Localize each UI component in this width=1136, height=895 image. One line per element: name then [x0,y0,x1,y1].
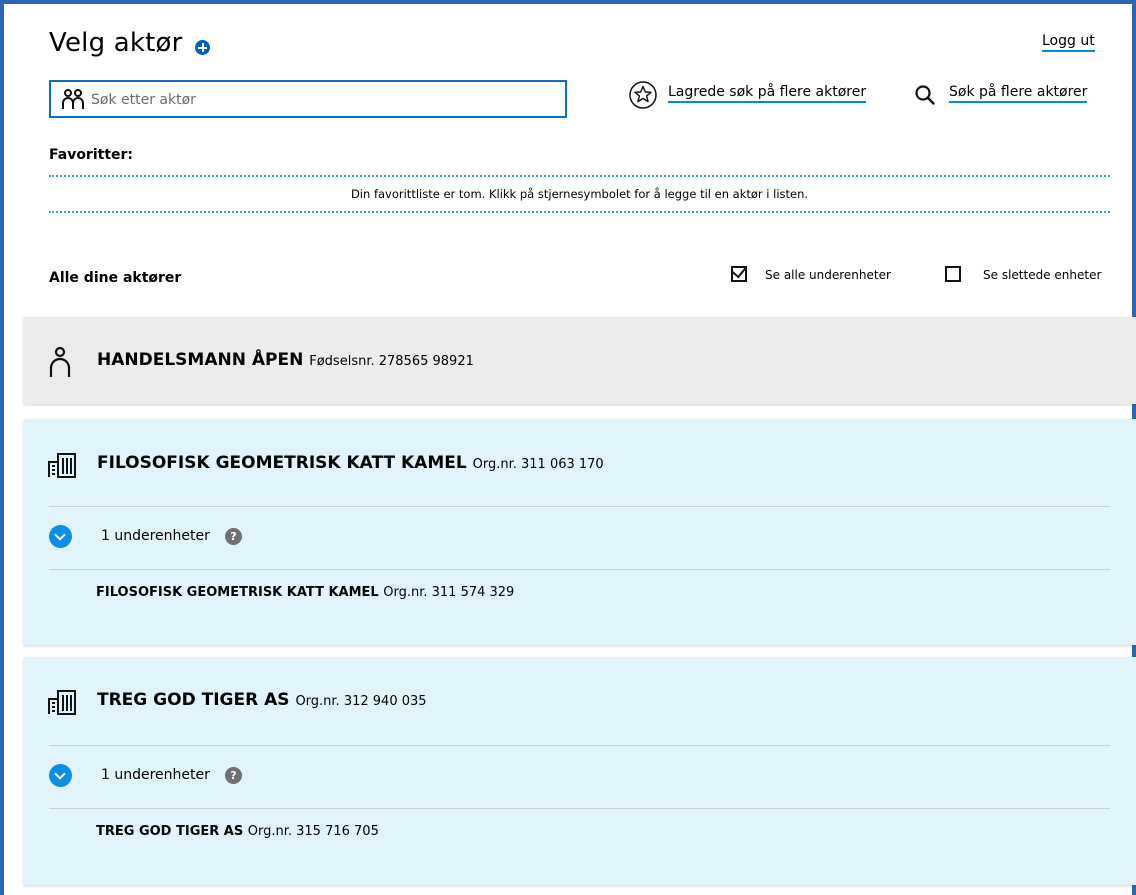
logout-link[interactable]: Logg ut [1042,33,1095,52]
show-deleted-units-checkbox[interactable] [945,266,961,282]
actor-name-text: HANDELSMANN ÅPEN [97,350,304,370]
search-field[interactable] [49,80,567,118]
actor-name-text: FILOSOFISK GEOMETRISK KATT KAMEL [97,453,467,473]
actor-id: Fødselsnr. 278565 98921 [309,354,474,369]
actor-name[interactable]: HANDELSMANN ÅPEN Fødselsnr. 278565 98921 [97,350,474,370]
help-icon[interactable]: ? [225,767,242,784]
subunit-name: TREG GOD TIGER AS [96,824,244,839]
subunits-toggle-label[interactable]: 1 underenheter [101,528,210,544]
people-icon [62,89,84,109]
actor-name[interactable]: FILOSOFISK GEOMETRISK KATT KAMEL Org.nr.… [97,453,604,473]
actor-id: Org.nr. 312 940 035 [295,694,427,709]
chevron-down-icon[interactable] [49,525,72,548]
search-input[interactable] [91,89,551,111]
actor-id: Org.nr. 311 063 170 [472,457,604,472]
subunit-id: Org.nr. 315 716 705 [247,824,379,839]
page-title: Velg aktør [49,28,183,58]
actor-name-text: TREG GOD TIGER AS [97,690,290,710]
favorites-heading: Favoritter: [49,147,134,163]
divider [49,808,1110,809]
subunit-id: Org.nr. 311 574 329 [383,585,515,600]
saved-searches-link[interactable]: Lagrede søk på flere aktører [668,84,867,103]
show-all-subunits-label[interactable]: Se alle underenheter [765,268,891,282]
divider [49,175,1110,177]
person-icon [49,346,71,377]
divider [49,211,1110,213]
actor-name[interactable]: TREG GOD TIGER AS Org.nr. 312 940 035 [97,690,427,710]
divider [49,506,1110,507]
star-circle-icon[interactable] [628,80,658,110]
chevron-down-icon[interactable] [49,764,72,787]
subunits-toggle-label[interactable]: 1 underenheter [101,767,210,783]
favorites-empty-message: Din favorittliste er tom. Klikk på stjer… [350,187,809,201]
show-all-subunits-checkbox[interactable] [731,261,748,282]
building-icon [48,453,76,478]
building-icon [48,690,76,715]
help-icon[interactable]: ? [225,528,242,545]
subunit-name: FILOSOFISK GEOMETRISK KATT KAMEL [96,585,379,600]
divider [49,745,1110,746]
search-icon[interactable] [914,84,936,106]
show-deleted-units-label[interactable]: Se slettede enheter [983,268,1101,282]
all-actors-heading: Alle dine aktører [49,270,182,286]
divider [49,569,1110,570]
subunit-item[interactable]: FILOSOFISK GEOMETRISK KATT KAMEL Org.nr.… [96,585,514,600]
subunit-item[interactable]: TREG GOD TIGER AS Org.nr. 315 716 705 [96,824,379,839]
add-circle-icon[interactable] [195,40,210,55]
multi-search-link[interactable]: Søk på flere aktører [949,84,1088,103]
